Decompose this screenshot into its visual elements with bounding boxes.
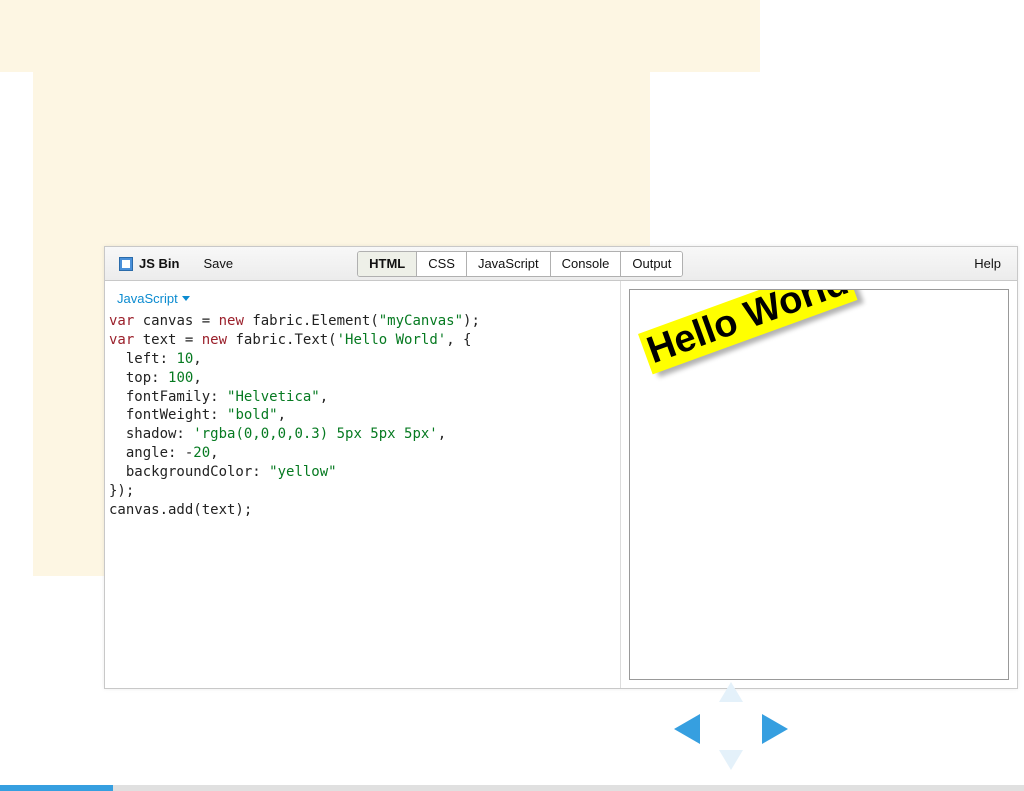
progress-fill: [0, 785, 113, 791]
save-button[interactable]: Save: [189, 256, 247, 271]
tab-css[interactable]: CSS: [417, 252, 467, 276]
progress-bar: [0, 785, 1024, 791]
arrow-down-icon[interactable]: [719, 750, 743, 770]
arrow-up-icon[interactable]: [719, 682, 743, 702]
jsbin-window: JS Bin Save HTML CSS JavaScript Console …: [104, 246, 1018, 689]
output-pane: Hello World: [621, 281, 1017, 688]
tab-javascript[interactable]: JavaScript: [467, 252, 551, 276]
output-canvas[interactable]: Hello World: [629, 289, 1009, 680]
panes: JavaScript var canvas = new fabric.Eleme…: [105, 281, 1017, 688]
language-label: JavaScript: [117, 291, 178, 306]
code-pane: JavaScript var canvas = new fabric.Eleme…: [105, 281, 621, 688]
hello-text: Hello World: [638, 289, 858, 374]
arrow-left-icon[interactable]: [674, 714, 700, 744]
language-dropdown[interactable]: JavaScript: [105, 281, 620, 312]
code-editor[interactable]: var canvas = new fabric.Element("myCanva…: [105, 312, 620, 520]
slide-nav: [670, 682, 790, 772]
tab-console[interactable]: Console: [551, 252, 622, 276]
help-button[interactable]: Help: [958, 256, 1017, 271]
slide-bg-top: [0, 0, 760, 72]
panel-tabs: HTML CSS JavaScript Console Output: [357, 251, 683, 277]
chevron-down-icon: [182, 296, 190, 301]
tab-output[interactable]: Output: [621, 252, 682, 276]
brand[interactable]: JS Bin: [105, 256, 189, 271]
tab-html[interactable]: HTML: [358, 252, 417, 276]
jsbin-icon: [119, 257, 133, 271]
toolbar: JS Bin Save HTML CSS JavaScript Console …: [105, 247, 1017, 281]
arrow-right-icon[interactable]: [762, 714, 788, 744]
brand-label: JS Bin: [139, 256, 179, 271]
